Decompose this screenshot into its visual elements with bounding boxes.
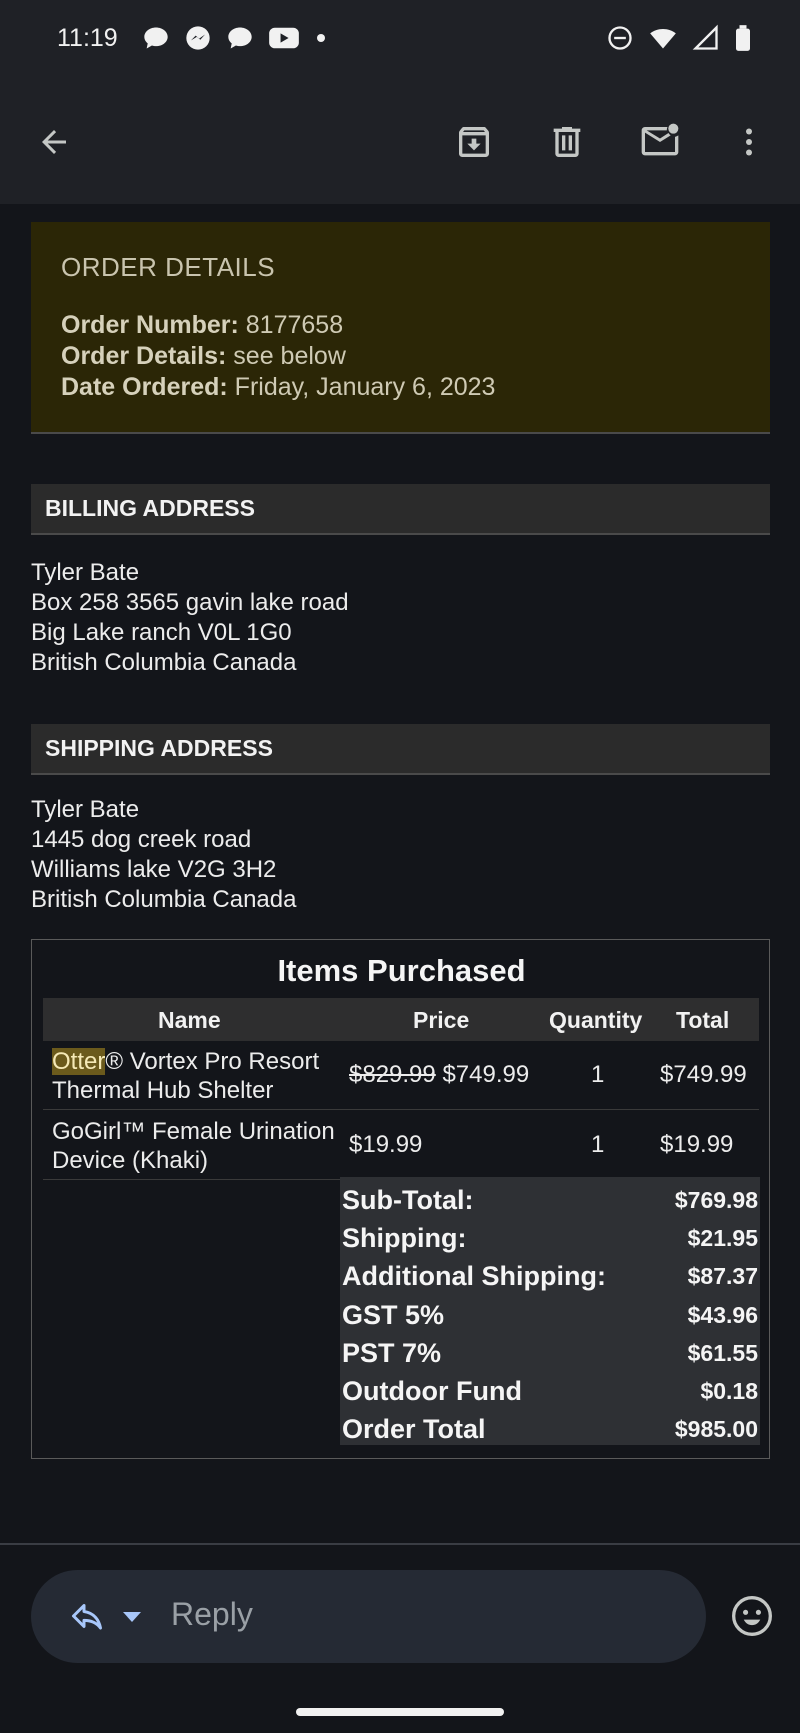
shipping-address-heading: SHIPPING ADDRESS (31, 724, 770, 775)
order-number-line: Order Number: 8177658 (61, 310, 740, 341)
date-ordered-label: Date Ordered: (61, 373, 228, 401)
dot-icon (317, 34, 325, 42)
subtotal-value: $769.98 (674, 1186, 758, 1213)
item-price: $19.99 (349, 1131, 423, 1158)
home-indicator[interactable] (296, 1708, 504, 1716)
shipping-address-line: British Columbia Canada (31, 886, 297, 913)
app-bar (0, 80, 800, 204)
order-number-label: Order Number: (61, 311, 239, 339)
shipping-address: Tyler Bate 1445 dog creek road Williams … (31, 795, 296, 915)
subtotal-label: Sub-Total: (342, 1184, 474, 1215)
order-total-row: Order Total $985.00 (342, 1411, 758, 1449)
item-old-price: $829.99 (349, 1061, 436, 1088)
delete-icon (553, 127, 581, 157)
more-vert-icon (746, 128, 752, 156)
shipping-value: $21.95 (687, 1224, 758, 1251)
delete-button[interactable] (543, 118, 591, 166)
item-name[interactable]: GoGirl™ Female Urination Device (Khaki) (52, 1117, 342, 1175)
column-header-total: Total (676, 1007, 730, 1033)
billing-address-line: British Columbia Canada (31, 649, 297, 676)
mark-unread-button[interactable] (636, 118, 684, 166)
item-name-text: GoGirl™ Female Urination Device (Khaki) (52, 1118, 335, 1174)
item-price: $829.99 $749.99 (349, 1061, 529, 1089)
emoji-reaction-icon[interactable] (730, 1594, 774, 1638)
order-details-heading: ORDER DETAILS (61, 252, 276, 282)
order-total-label: Order Total (342, 1414, 486, 1445)
youtube-icon (269, 27, 299, 49)
items-purchased-table: Items Purchased Name Price Quantity Tota… (31, 939, 770, 1459)
additional-shipping-label: Additional Shipping: (342, 1261, 606, 1292)
order-number-value: 8177658 (245, 311, 344, 339)
date-ordered-value: Friday, January 6, 2023 (234, 373, 496, 401)
table-row: Otter® Vortex Pro Resort Thermal Hub She… (43, 1041, 759, 1110)
shipping-label: Shipping: (342, 1222, 467, 1253)
battery-icon (736, 25, 750, 51)
order-total-value: $985.00 (674, 1416, 758, 1443)
gst-value: $43.96 (687, 1301, 758, 1328)
more-options-button[interactable] (725, 118, 773, 166)
item-total: $749.99 (660, 1061, 747, 1088)
status-time: 11:19 (57, 24, 118, 52)
pst-label: PST 7% (342, 1337, 442, 1368)
reply-button[interactable]: Reply (31, 1570, 706, 1663)
column-header-price: Price (413, 1007, 470, 1033)
item-sale-price: $749.99 (442, 1061, 530, 1088)
column-header-quantity: Quantity (549, 1007, 643, 1033)
item-quantity: 1 (591, 1061, 605, 1088)
shipping-address-line: Williams lake V2G 3H2 (31, 856, 277, 883)
order-details-box: ORDER DETAILS Order Number: 8177658 Orde… (31, 222, 770, 434)
shipping-address-line: 1445 dog creek road (31, 826, 252, 853)
item-total: $19.99 (660, 1131, 734, 1158)
gst-row: GST 5% $43.96 (342, 1296, 758, 1334)
billing-address: Tyler Bate Box 258 3565 gavin lake road … (31, 558, 349, 678)
reply-icon (72, 1604, 102, 1630)
outdoor-fund-label: Outdoor Fund (342, 1376, 522, 1407)
billing-address-heading: BILLING ADDRESS (31, 484, 770, 535)
archive-button[interactable] (450, 118, 498, 166)
additional-shipping-row: Additional Shipping: $87.37 (342, 1258, 758, 1296)
back-button[interactable] (30, 118, 78, 166)
item-quantity: 1 (591, 1131, 605, 1158)
wifi-icon (650, 28, 676, 49)
outdoor-fund-row: Outdoor Fund $0.18 (342, 1372, 758, 1410)
subtotal-row: Sub-Total: $769.98 (342, 1181, 758, 1219)
signal-icon (692, 24, 718, 50)
messenger-icon (186, 26, 210, 50)
back-arrow-icon (42, 130, 66, 154)
notification-icons (142, 24, 328, 52)
mark-unread-icon (641, 123, 679, 156)
items-table-header: Name Price Quantity Total (43, 998, 759, 1041)
billing-address-line: Tyler Bate (31, 559, 140, 586)
order-details-value: see below (233, 342, 346, 370)
chat-bubble-icon (144, 27, 168, 49)
system-icons (606, 24, 752, 52)
billing-address-line: Big Lake ranch V0L 1G0 (31, 619, 292, 646)
reply-bar: Reply (0, 1545, 800, 1733)
column-header-name: Name (158, 1007, 221, 1033)
items-purchased-title: Items Purchased (277, 953, 526, 988)
date-ordered-line: Date Ordered: Friday, January 6, 2023 (61, 372, 740, 403)
chevron-down-icon[interactable] (121, 1610, 143, 1624)
do-not-disturb-icon (608, 26, 632, 50)
order-details-label: Order Details: (61, 342, 227, 370)
additional-shipping-value: $87.37 (687, 1263, 758, 1290)
billing-address-line: Box 258 3565 gavin lake road (31, 589, 349, 616)
outdoor-fund-value: $0.18 (700, 1378, 758, 1405)
gst-label: GST 5% (342, 1299, 445, 1330)
archive-icon (459, 127, 489, 157)
order-details-line: Order Details: see below (61, 341, 740, 372)
table-row: GoGirl™ Female Urination Device (Khaki) … (43, 1111, 759, 1180)
order-totals: Sub-Total: $769.98 Shipping: $21.95 Additi… (340, 1177, 760, 1445)
pst-value: $61.55 (687, 1339, 758, 1366)
shipping-row: Shipping: $21.95 (342, 1219, 758, 1257)
status-bar: 11:19 (0, 0, 800, 80)
reply-label: Reply (171, 1596, 253, 1632)
pst-row: PST 7% $61.55 (342, 1334, 758, 1372)
item-name[interactable]: Otter® Vortex Pro Resort Thermal Hub She… (52, 1047, 342, 1105)
email-body: ORDER DETAILS Order Number: 8177658 Orde… (0, 204, 800, 1544)
shipping-address-line: Tyler Bate (31, 796, 140, 823)
chat-bubble-icon (228, 27, 252, 49)
search-highlight: Otter (52, 1048, 106, 1075)
